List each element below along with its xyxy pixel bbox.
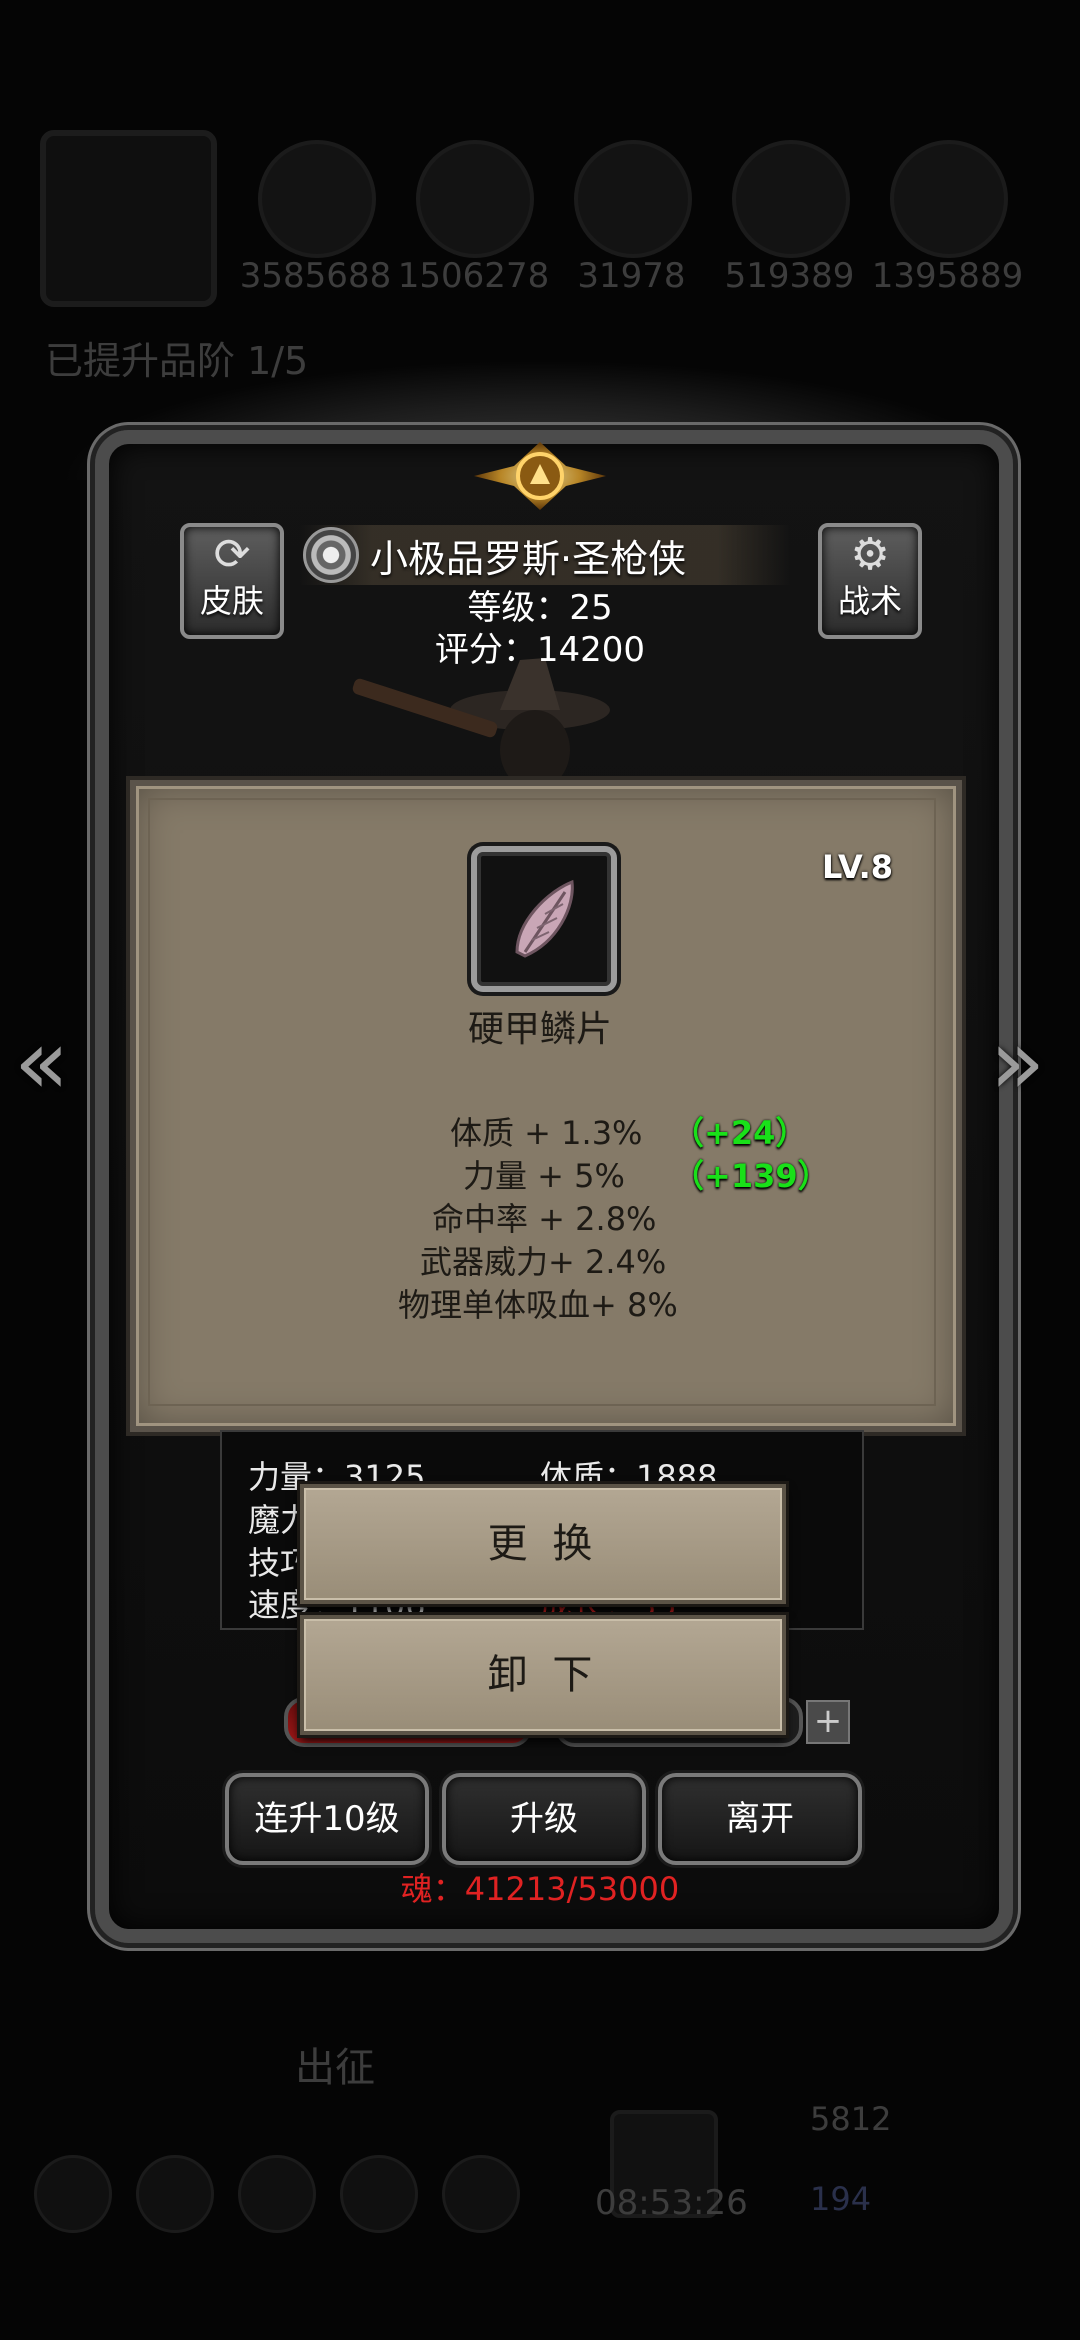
nav-icon[interactable] <box>442 2155 520 2233</box>
resource-value: 1506278 <box>397 256 550 296</box>
chest-timer: 08:53:26 <box>595 2183 748 2223</box>
add-icon[interactable]: + <box>806 1700 850 1744</box>
scale-feather-icon <box>515 879 574 958</box>
resource-icon <box>732 140 850 258</box>
item-stat: 武器威力+ 2.4% <box>420 1243 667 1281</box>
tactic-button[interactable]: ⚙ 战术 <box>818 523 922 639</box>
nav-icon[interactable] <box>34 2155 112 2233</box>
resource-value: 31978 <box>577 256 686 296</box>
upgrade-10-button[interactable]: 连升10级 <box>225 1773 429 1865</box>
nav-icon[interactable] <box>340 2155 418 2233</box>
resource-value: 1395889 <box>871 256 1024 296</box>
resource-icon <box>416 140 534 258</box>
item-level: LV.8 <box>822 848 894 886</box>
depart-label[interactable]: 出征 <box>295 2035 375 2093</box>
item-stat-bonus: （+139） <box>672 1157 830 1195</box>
item-stat: 命中率 + 2.8% <box>432 1200 657 1238</box>
upgrade-button[interactable]: 升级 <box>442 1773 646 1865</box>
item-slot <box>471 846 617 992</box>
nav-icon[interactable] <box>136 2155 214 2233</box>
resource-icon <box>890 140 1008 258</box>
item-stat: 力量 + 5% <box>463 1157 625 1195</box>
item-name: 硬甲鳞片 <box>467 1009 612 1050</box>
gem-value: 194 <box>810 2180 872 2218</box>
resource-value: 3585688 <box>239 256 392 296</box>
gear-icon: ⚙ <box>850 529 890 580</box>
resource-icon <box>258 140 376 258</box>
tactic-label: 战术 <box>837 582 902 620</box>
armor-swap-icon: ⟳ <box>213 529 251 580</box>
item-stat: 体质 + 1.3% <box>450 1114 643 1152</box>
player-avatar[interactable] <box>40 130 217 307</box>
coin-value: 5812 <box>810 2100 892 2138</box>
nav-icon[interactable] <box>238 2155 316 2233</box>
resource-icon <box>574 140 692 258</box>
item-stat: 物理单体吸血+ 8% <box>398 1286 678 1324</box>
item-stat-bonus: （+24） <box>672 1114 808 1152</box>
rank-badge-icon <box>303 527 359 583</box>
unequip-button[interactable]: 卸 下 <box>300 1615 786 1735</box>
change-equipment-button[interactable]: 更 换 <box>300 1484 786 1604</box>
hero-name: 小极品罗斯·圣枪侠 <box>370 537 687 581</box>
leave-button[interactable]: 离开 <box>658 1773 862 1865</box>
gold-emblem-icon <box>474 442 606 510</box>
resource-value: 519389 <box>724 256 855 296</box>
soul-counter: 魂：41213/53000 <box>400 1870 680 1908</box>
